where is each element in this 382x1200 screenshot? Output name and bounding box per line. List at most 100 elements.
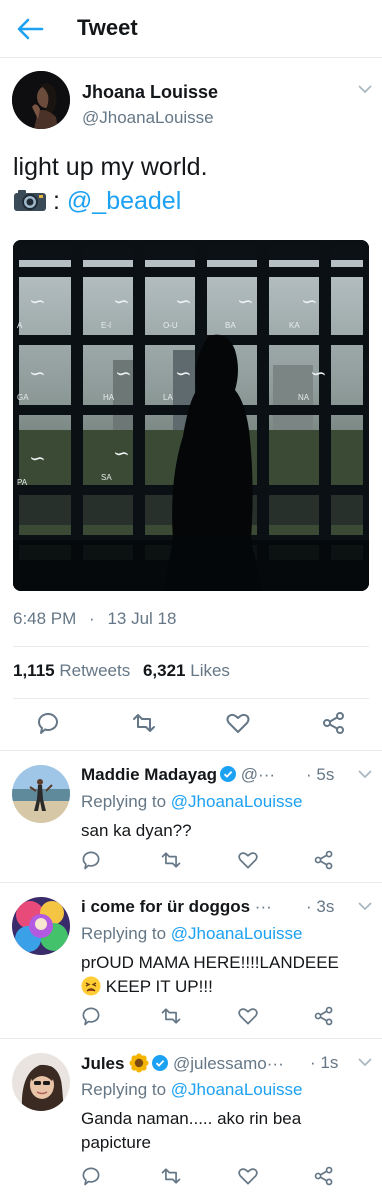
- retweets-count: 1,115: [13, 661, 55, 680]
- reply-actions: [0, 849, 382, 879]
- mention-link[interactable]: @JhoanaLouisse: [171, 792, 303, 811]
- reply-text: Ganda naman..... ako rin bea papicture: [81, 1107, 366, 1155]
- heart-icon[interactable]: [225, 710, 251, 736]
- media-glyph-label: NA: [298, 393, 310, 402]
- reply-icon[interactable]: [80, 1165, 102, 1187]
- baybayin-glyph: ∽: [113, 289, 130, 313]
- baybayin-glyph: ∽: [301, 289, 318, 313]
- baybayin-glyph: ∽: [115, 361, 132, 385]
- reply-author-handle[interactable]: @···: [241, 765, 275, 784]
- heart-icon[interactable]: [237, 1005, 259, 1027]
- chevron-down-icon[interactable]: [358, 1057, 372, 1067]
- replying-to: Replying to @JhoanaLouisse: [81, 792, 302, 812]
- reply-author-name[interactable]: i come for ür doggos: [81, 897, 250, 916]
- media-glyph-label: E-I: [101, 321, 111, 330]
- persevering-face-emoji: [81, 976, 101, 996]
- reply-text-line: prOUD MAMA HERE!!!!LANDEEE: [81, 953, 339, 972]
- reply-time: · 1s: [310, 1053, 338, 1073]
- separator-dot: ·: [306, 897, 312, 916]
- reply-actions: [0, 1005, 382, 1035]
- reply-time: · 5s: [306, 765, 334, 785]
- reply-tweet[interactable]: Maddie Madayag @··· · 5s Replying to @Jh…: [0, 750, 382, 882]
- media-glyph-label: HA: [103, 393, 115, 402]
- reply-time: · 3s: [306, 897, 334, 917]
- reply-icon[interactable]: [80, 849, 102, 871]
- window-frame-bar: [13, 267, 369, 277]
- media-glyph-label: BA: [225, 321, 236, 330]
- reply-header: Maddie Madayag @···: [81, 765, 275, 785]
- retweet-icon[interactable]: [160, 1005, 182, 1027]
- chevron-down-icon[interactable]: [358, 769, 372, 779]
- page-title: Tweet: [77, 15, 138, 40]
- media-glyph-label: SA: [101, 473, 112, 482]
- reply-text: san ka dyan??: [81, 821, 192, 840]
- window-frame-bar: [13, 240, 369, 245]
- reply-icon[interactable]: [80, 1005, 102, 1027]
- share-icon[interactable]: [313, 1005, 335, 1027]
- tweet-header: Jhoana Louisse @JhoanaLouisse: [0, 58, 382, 148]
- avatar[interactable]: [12, 897, 70, 955]
- reply-tweet[interactable]: i come for ür doggos ··· · 3s Replying t…: [0, 882, 382, 1038]
- likes-label: Likes: [190, 661, 230, 680]
- reply-author-handle[interactable]: @julessamo···: [173, 1054, 284, 1073]
- separator-dot: ·: [310, 1053, 316, 1072]
- chevron-down-icon[interactable]: [358, 84, 372, 94]
- retweets-stat[interactable]: 1,115 Retweets: [13, 661, 130, 680]
- reply-tweet[interactable]: Jules @julessamo··· · 1s Replying to @Jh…: [0, 1038, 382, 1200]
- avatar[interactable]: [12, 765, 70, 823]
- retweet-icon[interactable]: [131, 710, 157, 736]
- replying-label: Replying to: [81, 924, 167, 943]
- replying-to: Replying to @JhoanaLouisse: [81, 924, 302, 944]
- mention-link[interactable]: @JhoanaLouisse: [171, 924, 303, 943]
- verified-badge-icon: [220, 766, 237, 782]
- reply-icon[interactable]: [35, 710, 61, 736]
- reply-text-line-2: papicture: [81, 1133, 151, 1152]
- author-handle[interactable]: @JhoanaLouisse: [82, 108, 214, 128]
- reply-time-text: 5s: [316, 765, 335, 784]
- baybayin-glyph: ∽: [237, 289, 254, 313]
- tweet-photo[interactable]: ∽ E-I ∽ O-U ∽ BA ∽ KA ∽ A ∽ GA ∽ HA ∽ LA ∽ NA ∽ PA ∽ SA: [13, 240, 369, 591]
- avatar[interactable]: [12, 71, 70, 129]
- replying-label: Replying to: [81, 792, 167, 811]
- time-text: 6:48 PM: [13, 609, 77, 628]
- baybayin-glyph: ∽: [113, 441, 130, 465]
- reply-time-text: 3s: [316, 897, 335, 916]
- tweet-timestamp: 6:48 PM · 13 Jul 18: [13, 609, 176, 629]
- author-name[interactable]: Jhoana Louisse: [82, 82, 218, 103]
- retweet-icon[interactable]: [160, 1165, 182, 1187]
- heart-icon[interactable]: [237, 1165, 259, 1187]
- media-glyph-label: PA: [17, 478, 28, 487]
- replying-label: Replying to: [81, 1080, 167, 1099]
- mention-link[interactable]: @_beadel: [67, 187, 181, 215]
- reply-header: Jules @julessamo···: [81, 1053, 284, 1074]
- tweet-actions: [0, 710, 382, 740]
- avatar[interactable]: [12, 1053, 70, 1111]
- baybayin-glyph: ∽: [29, 289, 46, 313]
- share-icon[interactable]: [313, 1165, 335, 1187]
- likes-stat[interactable]: 6,321 Likes: [143, 661, 230, 680]
- reply-author-name[interactable]: Jules: [81, 1054, 124, 1073]
- chevron-down-icon[interactable]: [358, 901, 372, 911]
- media-glyph-label: KA: [289, 321, 300, 330]
- retweet-icon[interactable]: [160, 849, 182, 871]
- reply-author-handle[interactable]: ···: [255, 897, 272, 916]
- share-icon[interactable]: [313, 849, 335, 871]
- reply-actions: [0, 1165, 382, 1195]
- likes-count: 6,321: [142, 661, 186, 680]
- tweet-text-line: light up my world.: [13, 153, 208, 181]
- top-bar: Tweet: [0, 0, 382, 58]
- arrow-left-icon[interactable]: [16, 17, 44, 41]
- verified-badge-icon: [152, 1055, 169, 1071]
- share-icon[interactable]: [321, 710, 347, 736]
- separator-dot: ·: [306, 765, 312, 784]
- replying-to: Replying to @JhoanaLouisse: [81, 1080, 302, 1100]
- tweet-text: light up my world. : @_beadel: [13, 150, 208, 218]
- mention-link[interactable]: @JhoanaLouisse: [171, 1080, 303, 1099]
- media-glyph-label: A: [17, 321, 23, 330]
- reply-author-name[interactable]: Maddie Madayag: [81, 765, 217, 784]
- retweets-label: Retweets: [59, 661, 131, 680]
- divider: [13, 698, 369, 699]
- baybayin-glyph: ∽: [175, 289, 192, 313]
- reply-text-line-2: KEEP IT UP!!!: [81, 975, 366, 999]
- heart-icon[interactable]: [237, 849, 259, 871]
